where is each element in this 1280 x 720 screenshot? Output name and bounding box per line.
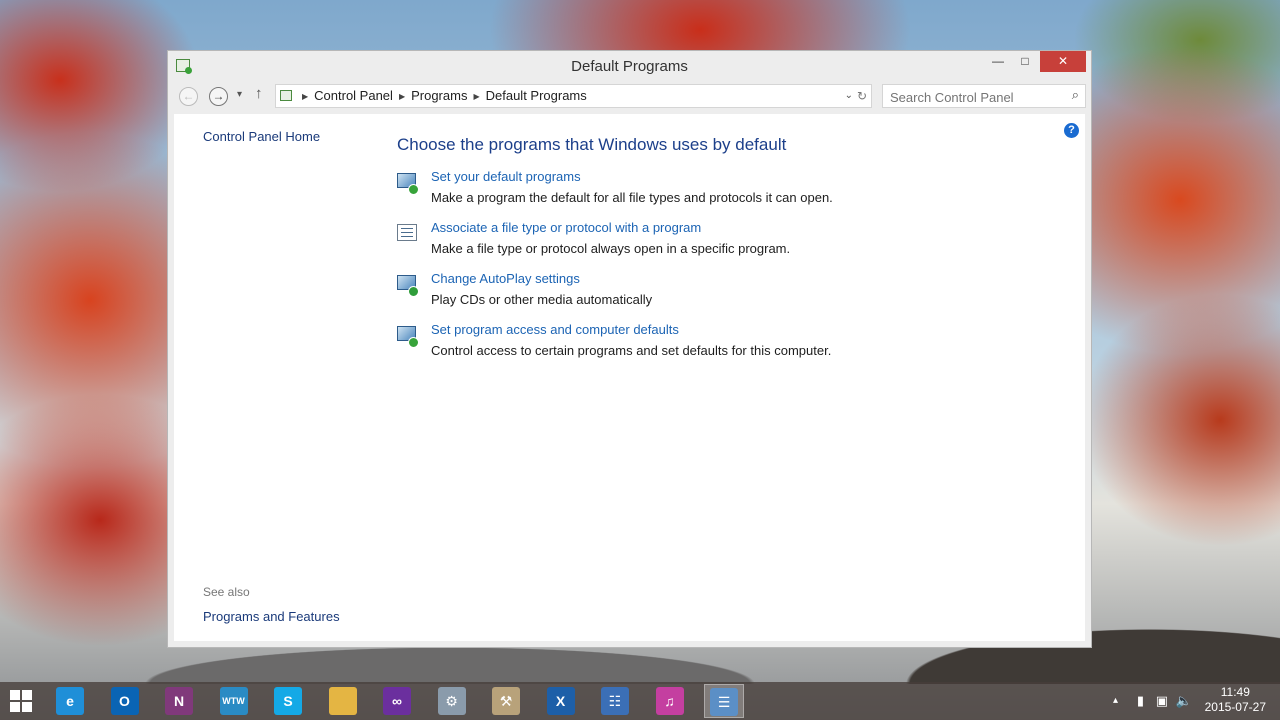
itunes-icon: ♫ — [655, 686, 684, 715]
address-bar[interactable]: ▶ Control Panel ▶ Programs ▶ Default Programs… — [275, 84, 872, 108]
visual-studio-icon: ∞ — [383, 686, 411, 715]
search-input[interactable] — [888, 88, 1062, 106]
default-programs-icon — [397, 173, 419, 195]
task-associate-file-type: Associate a file type or protocol with a… — [397, 220, 1017, 264]
taskbar-app-button[interactable]: S — [268, 684, 308, 718]
taskbar-app-button[interactable]: O — [105, 684, 145, 718]
start-button[interactable] — [10, 690, 32, 712]
see-also-heading: See also — [203, 585, 250, 599]
forward-button[interactable]: → — [209, 87, 228, 106]
control-panel-icon: ☰ — [710, 687, 738, 716]
recent-locations-button[interactable]: ▾ — [237, 89, 242, 100]
system-clock[interactable]: 11:49 2015-07-27 — [1205, 685, 1266, 715]
taskbar-app-button[interactable]: WTW — [214, 684, 254, 718]
control-panel-home-link[interactable]: Control Panel Home — [203, 129, 320, 144]
network-icon[interactable]: ▣ — [1156, 682, 1168, 720]
title-bar[interactable]: Default Programs — □ ✕ — [168, 51, 1091, 80]
content-pane: ? Control Panel Home See also Programs a… — [174, 114, 1085, 641]
show-hidden-icons-button[interactable]: ▴ — [1113, 682, 1118, 720]
control-panel-icon — [280, 90, 292, 101]
taskbar: e O N WTW S ∞ ⚙ ⚒ X ☷ ♫ ☰ ▴ ▮ ▣ 🔈 11:49 2015-07-27 — [0, 682, 1280, 720]
network-tool-icon: ⚙ — [437, 686, 466, 715]
taskbar-app-button[interactable] — [323, 684, 363, 718]
task-description: Make a program the default for all file … — [431, 190, 833, 205]
onenote-icon: N — [165, 686, 193, 715]
task-program-access: Set program access and computer defaults… — [397, 322, 1017, 366]
taskbar-app-button[interactable]: X — [541, 684, 581, 718]
internet-explorer-icon: e — [56, 686, 84, 715]
page-title: Choose the programs that Windows uses by… — [397, 135, 787, 154]
volume-muted-icon[interactable]: 🔈 — [1176, 682, 1192, 720]
back-button[interactable]: ← — [179, 87, 198, 106]
wtw-icon: WTW — [219, 686, 248, 715]
breadcrumb-control-panel[interactable]: Control Panel — [314, 88, 393, 103]
breadcrumb-programs[interactable]: Programs — [411, 88, 467, 103]
default-programs-window[interactable]: Default Programs — □ ✕ ← → ▾ ↑ ▶ Control … — [167, 50, 1092, 648]
clock-date: 2015-07-27 — [1204, 700, 1266, 714]
taskbar-app-button[interactable]: ∞ — [377, 684, 417, 718]
program-access-link[interactable]: Set program access and computer defaults — [431, 322, 679, 337]
taskbar-app-button[interactable]: ☷ — [595, 684, 635, 718]
file-association-icon — [397, 224, 417, 242]
autoplay-icon — [397, 275, 419, 297]
clock-time: 11:49 — [1220, 685, 1250, 699]
taskbar-app-button[interactable]: ♫ — [650, 684, 690, 718]
taskbar-app-button[interactable]: ⚒ — [486, 684, 526, 718]
programs-and-features-link[interactable]: Programs and Features — [203, 609, 340, 624]
up-button[interactable]: ↑ — [255, 85, 263, 102]
skype-icon: S — [274, 686, 302, 715]
close-button[interactable]: ✕ — [1040, 51, 1086, 72]
maximize-button[interactable]: □ — [1012, 51, 1038, 72]
program-access-icon — [397, 326, 419, 348]
window-title: Default Programs — [571, 58, 688, 75]
outlook-icon: O — [110, 686, 139, 715]
breadcrumb-chevron-icon[interactable]: ▶ — [302, 92, 308, 101]
associate-file-type-link[interactable]: Associate a file type or protocol with a… — [431, 220, 701, 235]
task-set-default-programs: Set your default programs Make a program… — [397, 169, 1017, 213]
search-box[interactable]: ⌕ — [882, 84, 1086, 108]
breadcrumb-default-programs[interactable]: Default Programs — [486, 88, 587, 103]
xmanager-icon: X — [546, 686, 575, 715]
search-icon[interactable]: ⌕ — [1072, 87, 1079, 103]
address-dropdown-icon[interactable]: ⌄ — [845, 85, 853, 107]
tools-icon: ⚒ — [492, 686, 520, 715]
remote-desktop-icon: ☷ — [601, 686, 629, 715]
minimize-button[interactable]: — — [985, 51, 1011, 72]
task-autoplay: Change AutoPlay settings Play CDs or oth… — [397, 271, 1017, 315]
breadcrumb-chevron-icon[interactable]: ▶ — [473, 92, 479, 101]
taskbar-app-button[interactable]: e — [50, 684, 90, 718]
breadcrumb-chevron-icon[interactable]: ▶ — [399, 92, 405, 101]
taskbar-app-button[interactable]: ⚙ — [432, 684, 472, 718]
refresh-icon[interactable]: ↻ — [857, 85, 867, 107]
change-autoplay-link[interactable]: Change AutoPlay settings — [431, 271, 580, 286]
taskbar-app-button[interactable]: N — [159, 684, 199, 718]
task-description: Control access to certain programs and s… — [431, 343, 832, 358]
power-icon[interactable]: ▮ — [1137, 682, 1144, 720]
task-description: Make a file type or protocol always open… — [431, 241, 791, 256]
file-explorer-icon — [328, 686, 357, 715]
taskbar-app-button[interactable]: ☰ — [704, 684, 744, 718]
task-description: Play CDs or other media automatically — [431, 292, 653, 307]
set-default-programs-link[interactable]: Set your default programs — [431, 169, 581, 184]
navigation-bar: ← → ▾ ↑ ▶ Control Panel ▶ Programs ▶ Default … — [173, 80, 1086, 112]
help-icon[interactable]: ? — [1064, 123, 1079, 138]
